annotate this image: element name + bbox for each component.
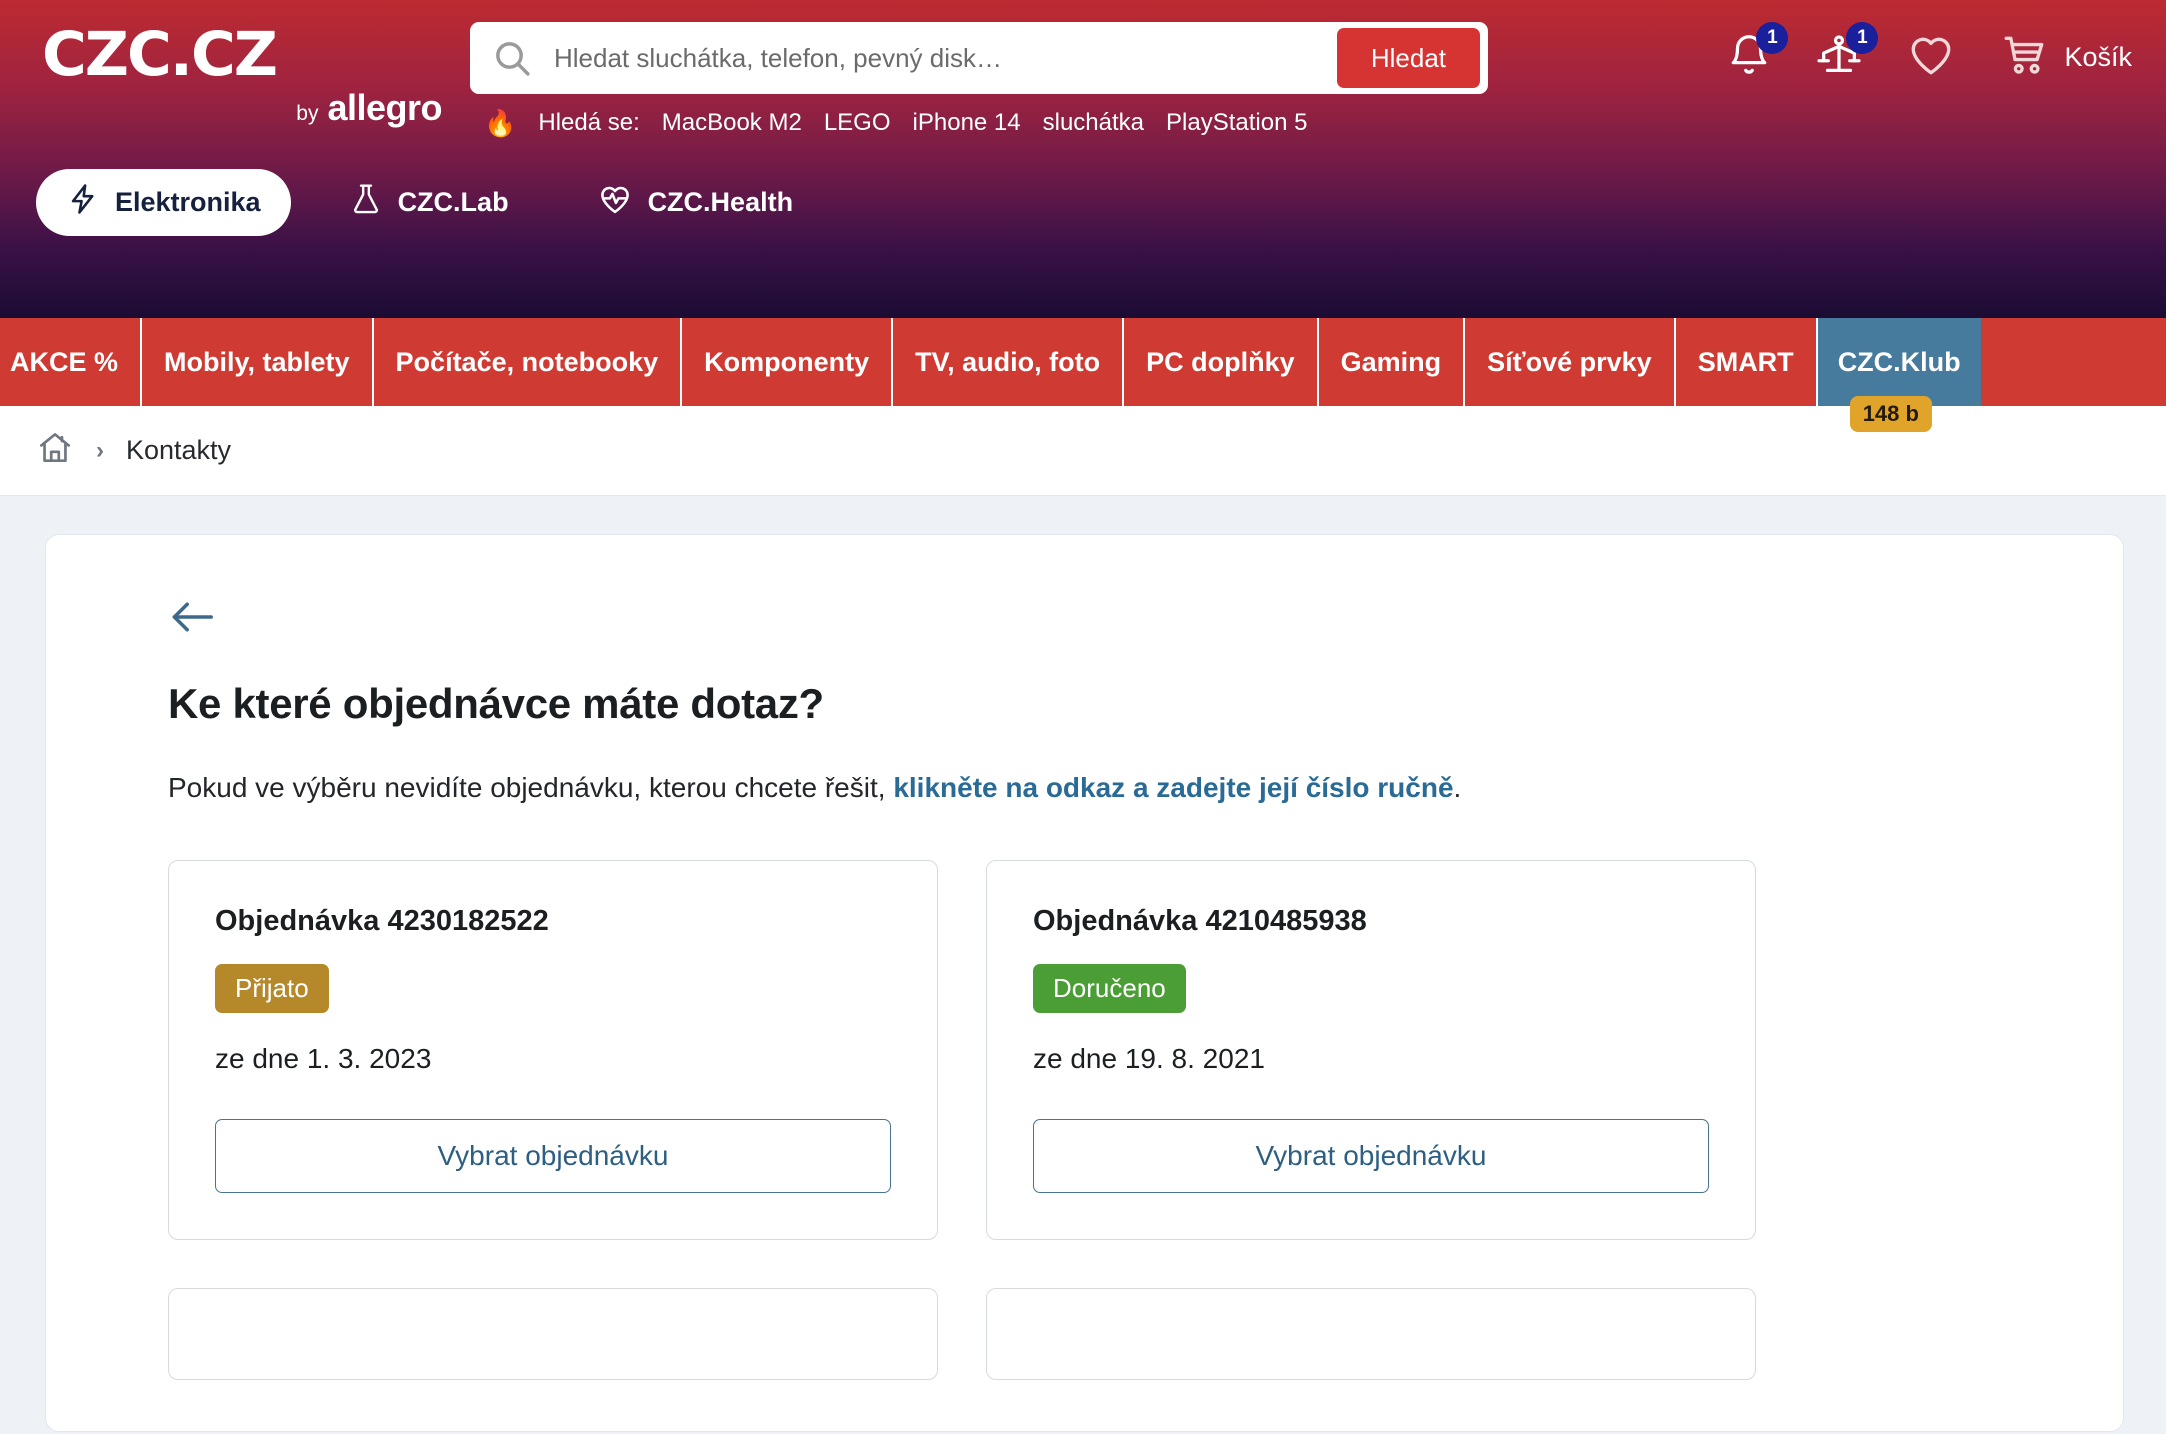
manual-order-link[interactable]: klikněte na odkaz a zadejte její číslo r…: [893, 772, 1453, 803]
flask-icon: [349, 182, 383, 223]
order-card[interactable]: [986, 1288, 1756, 1380]
section-tabs: Elektronika CZC.Lab CZC.Health: [0, 162, 2166, 242]
page-lead: Pokud ve výběru nevidíte objednávku, kte…: [168, 772, 2123, 804]
lightning-icon: [66, 182, 100, 223]
category-pocitace-notebooky[interactable]: Počítače, notebooky: [373, 318, 683, 406]
back-button[interactable]: [168, 597, 2123, 642]
logo-byline: by allegro: [42, 87, 470, 129]
compare-badge: 1: [1846, 22, 1879, 54]
lead-text-after: .: [1453, 772, 1462, 803]
wishlist-button[interactable]: [1906, 30, 1956, 85]
trending-item[interactable]: iPhone 14: [913, 109, 1021, 137]
czc-klub-points-badge: 148 b: [1849, 396, 1932, 432]
page-title: Ke které objednávce máte dotaz?: [168, 680, 824, 727]
fire-icon: 🔥: [484, 108, 517, 138]
breadcrumb: › Kontakty: [0, 406, 2166, 496]
search-submit-button[interactable]: Hledat: [1336, 28, 1480, 88]
trending-searches: 🔥 Hledá se: MacBook M2 LEGO iPhone 14 sl…: [470, 109, 1500, 137]
order-card[interactable]: [168, 1288, 938, 1380]
category-czc-klub[interactable]: CZC.Klub 148 b: [1817, 318, 1981, 432]
content-panel: Ke které objednávce máte dotaz? Pokud ve…: [45, 534, 2124, 1432]
tab-label: CZC.Health: [647, 186, 794, 217]
trending-item[interactable]: PlayStation 5: [1166, 109, 1307, 137]
trending-item[interactable]: LEGO: [824, 109, 891, 137]
tab-elektronika[interactable]: Elektronika: [36, 168, 291, 236]
trending-item[interactable]: MacBook M2: [662, 109, 802, 137]
page-body: Ke které objednávce máte dotaz? Pokud ve…: [0, 496, 2166, 1432]
home-icon[interactable]: [36, 429, 74, 472]
cart-label: Košík: [2064, 42, 2132, 72]
site-logo[interactable]: CZC.CZ by allegro: [0, 18, 470, 129]
order-date: ze dne 1. 3. 2023: [215, 1043, 432, 1074]
trending-item[interactable]: sluchátka: [1043, 109, 1144, 137]
breadcrumb-current: Kontakty: [126, 435, 232, 465]
search-box[interactable]: Hledat: [470, 22, 1488, 94]
shopping-cart-icon: [2000, 30, 2050, 85]
order-card[interactable]: Objednávka 4230182522 Přijato ze dne 1. …: [168, 860, 938, 1240]
logo-allegro-text: allegro: [327, 87, 442, 128]
tab-label: Elektronika: [115, 186, 261, 217]
category-sitove-prvky[interactable]: Síťové prvky: [1465, 318, 1676, 406]
tab-czc-health[interactable]: CZC.Health: [567, 168, 824, 237]
lead-text-before: Pokud ve výběru nevidíte objednávku, kte…: [168, 772, 894, 803]
status-badge: Přijato: [215, 964, 329, 1013]
order-card[interactable]: Objednávka 4210485938 Doručeno ze dne 19…: [986, 860, 1756, 1240]
site-header: CZC.CZ by allegro Hledat 🔥 Hledá se: Mac…: [0, 0, 2166, 318]
category-gaming[interactable]: Gaming: [1318, 318, 1466, 406]
search-icon: [492, 38, 532, 78]
order-number: Objednávka 4210485938: [1033, 905, 1367, 937]
category-tv-audio-foto[interactable]: TV, audio, foto: [893, 318, 1125, 406]
compare-button[interactable]: 1: [1816, 22, 1879, 83]
category-pc-doplnky[interactable]: PC doplňky: [1124, 318, 1319, 406]
category-mobily-tablety[interactable]: Mobily, tablety: [142, 318, 374, 406]
order-date: ze dne 19. 8. 2021: [1033, 1043, 1265, 1074]
cart-button[interactable]: Košík: [2000, 30, 2132, 85]
header-actions: 1 1 Košík: [1726, 22, 2132, 85]
heart-icon: [1906, 30, 1956, 85]
notifications-badge: 1: [1756, 22, 1789, 54]
category-akce[interactable]: AKCE %: [0, 318, 143, 406]
tab-czc-lab[interactable]: CZC.Lab: [319, 169, 539, 236]
category-nav: AKCE % Mobily, tablety Počítače, noteboo…: [0, 318, 2166, 432]
logo-by-text: by: [296, 102, 319, 125]
status-badge: Doručeno: [1033, 964, 1186, 1013]
select-order-button[interactable]: Vybrat objednávku: [1033, 1119, 1709, 1193]
search-input[interactable]: [532, 42, 1337, 74]
trending-label: Hledá se:: [538, 109, 640, 136]
breadcrumb-separator: ›: [96, 436, 104, 464]
header-top-row: CZC.CZ by allegro Hledat 🔥 Hledá se: Mac…: [0, 0, 2166, 150]
category-smart[interactable]: SMART: [1675, 318, 1818, 406]
orders-grid: Objednávka 4230182522 Přijato ze dne 1. …: [168, 860, 2123, 1380]
category-komponenty[interactable]: Komponenty: [682, 318, 894, 406]
search-column: Hledat 🔥 Hledá se: MacBook M2 LEGO iPhon…: [470, 18, 1500, 137]
logo-text-czc: CZC.CZ: [42, 19, 278, 90]
heart-pulse-icon: [597, 181, 633, 224]
select-order-button[interactable]: Vybrat objednávku: [215, 1119, 891, 1193]
tab-label: CZC.Lab: [397, 186, 509, 217]
order-number: Objednávka 4230182522: [215, 905, 549, 937]
czc-klub-label: CZC.Klub: [1837, 346, 1961, 377]
notifications-button[interactable]: 1: [1726, 22, 1789, 83]
